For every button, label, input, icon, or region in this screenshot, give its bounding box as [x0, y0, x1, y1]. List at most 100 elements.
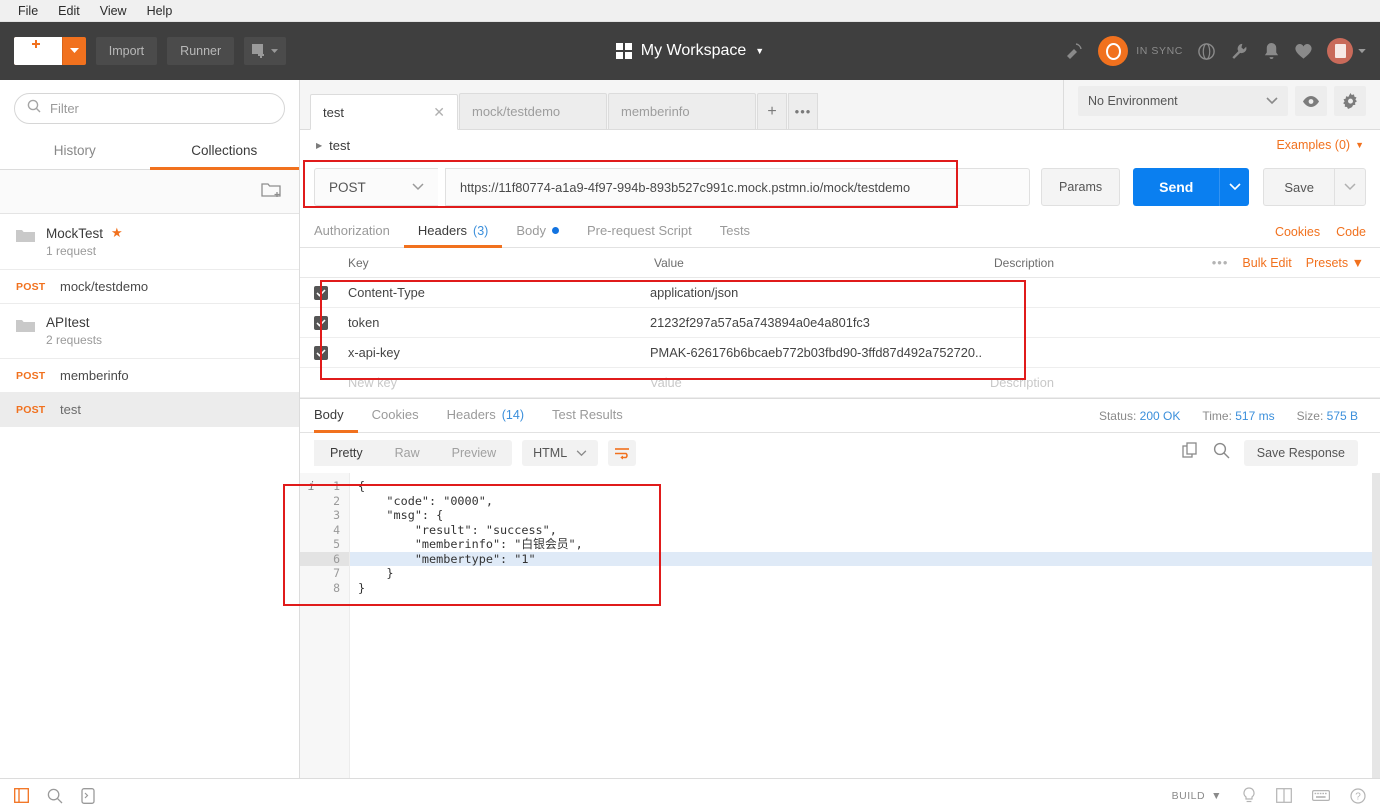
examples-dropdown[interactable]: Examples (0) ▼ — [1276, 138, 1364, 152]
header-row-x-api-key[interactable]: x-api-key PMAK-626176b6bcaeb772b03fbd90-… — [300, 338, 1380, 368]
response-body-code[interactable]: { "code": "0000", "msg": { "result": "su… — [350, 473, 1380, 778]
open-tab-mock-testdemo[interactable]: mock/testdemo — [459, 93, 607, 129]
build-dropdown[interactable]: BUILD ▼ — [1172, 790, 1222, 802]
header-row-checkbox[interactable] — [314, 376, 328, 390]
code-link[interactable]: Code — [1336, 225, 1366, 239]
cookies-link[interactable]: Cookies — [1275, 225, 1320, 239]
request-item-mock-testdemo[interactable]: POST mock/testdemo — [0, 270, 299, 304]
send-button[interactable]: Send — [1133, 168, 1220, 206]
save-response-button[interactable]: Save Response — [1243, 440, 1358, 466]
header-value[interactable]: application/json — [650, 285, 990, 300]
header-key[interactable]: Content-Type — [348, 285, 650, 300]
new-button[interactable]: New — [14, 37, 86, 65]
header-value[interactable]: 21232f297a57a5a743894a0e4a801fc3 — [650, 315, 990, 330]
tab-body[interactable]: Body — [502, 216, 573, 248]
header-row-checkbox[interactable] — [314, 285, 328, 300]
new-folder-icon[interactable] — [261, 181, 281, 203]
new-header-key[interactable]: New key — [348, 375, 650, 390]
headers-more-options[interactable]: ••• — [1212, 255, 1229, 270]
search-icon[interactable] — [47, 788, 63, 804]
tab-options-button[interactable]: ••• — [788, 93, 818, 129]
workspace-selector[interactable]: My Workspace ▼ — [615, 42, 764, 60]
close-icon[interactable]: ✕ — [433, 104, 445, 121]
view-mode-pretty[interactable]: Pretty — [314, 440, 379, 466]
presets-dropdown[interactable]: Presets ▼ — [1306, 256, 1364, 270]
method-select[interactable]: POST — [314, 168, 438, 206]
runner-button[interactable]: Runner — [167, 37, 235, 65]
response-tab-body[interactable]: Body — [314, 399, 358, 433]
params-button[interactable]: Params — [1041, 168, 1121, 206]
response-format-select[interactable]: HTML — [522, 440, 599, 466]
two-pane-icon[interactable] — [1276, 788, 1292, 803]
new-header-value[interactable]: Value — [650, 375, 990, 390]
open-tab-memberinfo[interactable]: memberinfo — [608, 93, 756, 129]
wrench-icon[interactable] — [1230, 42, 1249, 61]
response-scrollbar[interactable] — [1372, 473, 1380, 778]
environment-select[interactable]: No Environment — [1078, 86, 1288, 116]
send-options-caret[interactable] — [1219, 168, 1250, 206]
open-tab-test[interactable]: test ✕ — [310, 94, 458, 130]
bulk-edit-link[interactable]: Bulk Edit — [1242, 256, 1291, 270]
send-group: Send — [1133, 168, 1250, 206]
header-row-checkbox[interactable] — [314, 315, 328, 330]
new-button-main[interactable]: New — [14, 37, 62, 65]
environment-quick-look-button[interactable] — [1295, 86, 1327, 116]
tab-pre-request-script[interactable]: Pre-request Script — [573, 216, 706, 248]
save-options-caret[interactable] — [1334, 168, 1366, 206]
breadcrumb[interactable]: ▶ test — [316, 138, 350, 153]
sync-indicator[interactable]: IN SYNC — [1098, 36, 1183, 66]
import-button[interactable]: Import — [95, 37, 158, 65]
menu-edit[interactable]: Edit — [48, 2, 90, 20]
header-value[interactable]: PMAK-626176b6bcaeb772b03fbd90-3ffd87d492… — [650, 345, 990, 360]
header-row-checkbox[interactable] — [314, 345, 328, 360]
tab-collections[interactable]: Collections — [149, 134, 299, 170]
tab-tests[interactable]: Tests — [706, 216, 764, 248]
collection-item-mocktest[interactable]: MockTest ★ 1 request — [0, 214, 299, 270]
search-input[interactable] — [50, 101, 272, 116]
menu-file[interactable]: File — [8, 2, 48, 20]
wrap-lines-button[interactable] — [608, 440, 637, 466]
heart-icon[interactable] — [1294, 42, 1313, 60]
new-window-button[interactable] — [244, 37, 287, 65]
response-tab-headers[interactable]: Headers (14) — [433, 399, 538, 433]
header-row-new[interactable]: New key Value Description — [300, 368, 1380, 398]
header-row-content-type[interactable]: Content-Type application/json — [300, 278, 1380, 308]
filter-box[interactable] — [14, 93, 285, 124]
environment-settings-button[interactable] — [1334, 86, 1366, 116]
menu-view[interactable]: View — [90, 2, 137, 20]
tab-label: Body — [516, 223, 546, 238]
tab-authorization[interactable]: Authorization — [314, 216, 404, 248]
header-row-token[interactable]: token 21232f297a57a5a743894a0e4a801fc3 — [300, 308, 1380, 338]
response-tab-test-results[interactable]: Test Results — [538, 399, 637, 433]
view-mode-preview[interactable]: Preview — [436, 440, 512, 466]
globe-icon[interactable] — [1197, 42, 1216, 61]
keyboard-icon[interactable] — [1312, 789, 1330, 802]
user-menu[interactable] — [1327, 38, 1366, 64]
view-mode-raw[interactable]: Raw — [379, 440, 436, 466]
search-icon[interactable] — [1213, 442, 1230, 464]
bell-icon[interactable] — [1263, 42, 1280, 61]
new-dropdown-caret[interactable] — [61, 37, 86, 65]
new-tab-button[interactable]: + — [757, 93, 787, 129]
header-key[interactable]: token — [348, 315, 650, 330]
request-item-test[interactable]: POST test — [0, 393, 299, 427]
tab-history[interactable]: History — [0, 134, 150, 170]
response-tab-cookies[interactable]: Cookies — [358, 399, 433, 433]
console-icon[interactable] — [81, 787, 95, 804]
menu-help[interactable]: Help — [137, 2, 183, 20]
url-input[interactable]: https://11f80774-a1a9-4f97-994b-893b527c… — [445, 168, 1031, 206]
copy-icon[interactable] — [1182, 442, 1199, 464]
help-icon[interactable]: ? — [1350, 787, 1366, 804]
menubar: File Edit View Help — [0, 0, 1380, 22]
satellite-icon[interactable] — [1064, 41, 1084, 61]
collection-item-apitest[interactable]: APItest 2 requests — [0, 304, 299, 359]
save-button[interactable]: Save — [1263, 168, 1334, 206]
request-item-memberinfo[interactable]: POST memberinfo — [0, 359, 299, 393]
bulb-icon[interactable] — [1242, 787, 1256, 804]
info-icon[interactable]: i — [308, 479, 315, 494]
toggle-sidebar-icon[interactable] — [14, 788, 29, 803]
tab-headers[interactable]: Headers (3) — [403, 216, 503, 248]
star-icon[interactable]: ★ — [111, 225, 123, 241]
new-header-description[interactable]: Description — [990, 375, 1380, 390]
header-key[interactable]: x-api-key — [348, 345, 650, 360]
